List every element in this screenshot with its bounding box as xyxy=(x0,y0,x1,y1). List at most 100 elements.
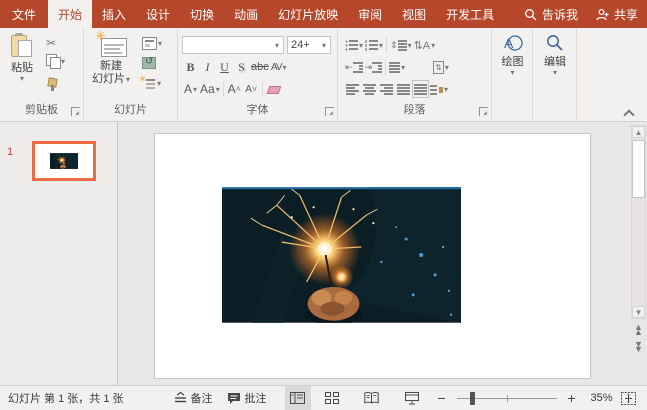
justify-button[interactable] xyxy=(395,80,412,98)
tab-slideshow[interactable]: 幻灯片放映 xyxy=(268,0,348,28)
clear-formatting-button[interactable] xyxy=(265,80,282,98)
slide-thumbnail-selected[interactable] xyxy=(32,141,96,181)
columns-icon xyxy=(389,62,400,73)
align-right-button[interactable] xyxy=(378,80,395,98)
vertical-scrollbar[interactable]: ▲ ▼ ▲▲ ▼▼ xyxy=(630,122,647,385)
layout-button[interactable]: ▾ xyxy=(140,34,164,52)
format-painter-button[interactable] xyxy=(44,76,67,94)
grow-font-button[interactable]: A˄ xyxy=(226,80,243,98)
font-size-input[interactable] xyxy=(288,38,318,52)
previous-slide-button[interactable]: ▲▲ xyxy=(632,323,645,337)
font-name-combo[interactable]: ▾ xyxy=(182,36,284,54)
divider xyxy=(386,37,387,53)
zoom-level[interactable]: 35% xyxy=(579,392,613,404)
scrollbar-thumb[interactable] xyxy=(632,140,645,198)
tab-transitions[interactable]: 切换 xyxy=(180,0,224,28)
convert-smartart-button[interactable]: ▾ xyxy=(429,80,449,98)
scroll-up-button[interactable]: ▲ xyxy=(632,126,645,138)
align-text-button[interactable]: ⇅▾ xyxy=(432,58,450,76)
distribute-button[interactable] xyxy=(412,80,429,98)
align-left-button[interactable] xyxy=(344,80,361,98)
clipboard-dialog-launcher[interactable] xyxy=(71,107,80,116)
zoom-slider[interactable] xyxy=(457,386,557,410)
eraser-icon xyxy=(267,83,280,96)
font-name-input[interactable] xyxy=(183,38,271,52)
tab-developer[interactable]: 开发工具 xyxy=(436,0,504,28)
text-direction-icon: ⇅A xyxy=(414,39,431,52)
dropdown-arrow-icon: ▾ xyxy=(126,75,130,84)
columns-button[interactable]: ▾ xyxy=(388,58,406,76)
align-center-icon xyxy=(363,84,376,95)
zoom-out-button[interactable]: − xyxy=(435,390,449,406)
font-dialog-launcher[interactable] xyxy=(325,107,334,116)
slide-counter[interactable]: 幻灯片 第 1 张，共 1 张 xyxy=(8,390,124,406)
slide-editing-area[interactable] xyxy=(119,122,630,385)
bold-button[interactable]: B xyxy=(182,58,199,76)
zoom-slider-thumb[interactable] xyxy=(470,392,475,405)
slide-sorter-view-button[interactable] xyxy=(319,386,345,410)
normal-view-button[interactable] xyxy=(285,386,311,410)
group-drawing: A 绘图 ▾ xyxy=(492,28,533,120)
copy-button[interactable]: ▾ xyxy=(44,52,67,70)
line-spacing-icon: ⇕ xyxy=(390,40,407,51)
slide-canvas[interactable] xyxy=(154,133,591,379)
change-case-button[interactable]: Aa▾ xyxy=(199,80,221,98)
increase-indent-button[interactable]: ⇥ xyxy=(364,58,384,76)
section-button[interactable]: ▾ xyxy=(140,74,164,92)
scroll-down-button[interactable]: ▼ xyxy=(632,306,645,318)
status-bar: 幻灯片 第 1 张，共 1 张 备注 批注 xyxy=(0,385,647,410)
bullets-button[interactable]: ▾ xyxy=(344,36,364,54)
tab-animations[interactable]: 动画 xyxy=(224,0,268,28)
slideshow-view-button[interactable] xyxy=(399,386,425,410)
editing-button[interactable]: 编辑 ▾ xyxy=(538,31,572,76)
font-size-combo[interactable]: ▾ xyxy=(287,36,331,54)
new-slide-button[interactable]: ✳ 新建 幻灯片▾ xyxy=(88,31,134,86)
group-slides: ✳ 新建 幻灯片▾ ▾ ▾ 幻灯片 xyxy=(84,28,178,120)
grow-font-label: A xyxy=(228,82,236,96)
reading-view-button[interactable] xyxy=(359,386,385,410)
align-center-button[interactable] xyxy=(361,80,378,98)
cut-button[interactable]: ✂ xyxy=(44,34,67,52)
align-text-icon: ⇅ xyxy=(433,61,444,74)
tab-design[interactable]: 设计 xyxy=(136,0,180,28)
font-color-button[interactable]: A▾ xyxy=(182,80,199,98)
slide-thumbnail-panel: 1 xyxy=(0,122,118,385)
group-paragraph: ▾ ▾ ⇕▾ ⇅A▾ ⇤ ⇥ ▾ ⇅▾ ▾ 段落 xyxy=(338,28,492,120)
decrease-indent-icon: ⇤ xyxy=(345,62,353,73)
shrink-font-button[interactable]: A˅ xyxy=(243,80,260,98)
text-direction-button[interactable]: ⇅A▾ xyxy=(413,36,437,54)
reset-button[interactable] xyxy=(140,54,164,72)
share-label: 共享 xyxy=(614,6,638,23)
paste-button[interactable]: 粘贴 ▾ xyxy=(4,31,40,82)
tab-home[interactable]: 开始 xyxy=(48,0,92,28)
underline-button[interactable]: U xyxy=(216,58,233,76)
tab-view[interactable]: 视图 xyxy=(392,0,436,28)
share-button[interactable]: 共享 xyxy=(587,0,647,28)
notes-button[interactable]: 备注 xyxy=(174,390,213,406)
dropdown-arrow-icon: ▾ xyxy=(157,79,161,88)
dropdown-arrow-icon: ▾ xyxy=(445,63,449,72)
character-spacing-button[interactable]: AV▾ xyxy=(270,58,287,76)
reading-view-icon xyxy=(364,392,379,404)
zoom-in-button[interactable]: + xyxy=(565,390,579,406)
line-spacing-button[interactable]: ⇕▾ xyxy=(389,36,413,54)
numbering-button[interactable]: ▾ xyxy=(364,36,384,54)
paragraph-dialog-launcher[interactable] xyxy=(479,107,488,116)
fit-slide-to-window-button[interactable] xyxy=(621,392,636,405)
italic-button[interactable]: I xyxy=(199,58,216,76)
text-shadow-button[interactable]: S xyxy=(233,58,250,76)
next-slide-button[interactable]: ▼▼ xyxy=(632,340,645,354)
slide-number: 1 xyxy=(7,146,13,158)
tell-me-button[interactable]: 告诉我 xyxy=(515,0,587,28)
tab-file[interactable]: 文件 xyxy=(0,0,48,28)
sparkler-image[interactable] xyxy=(222,187,461,323)
tab-insert[interactable]: 插入 xyxy=(92,0,136,28)
collapse-ribbon-button[interactable] xyxy=(624,110,633,116)
decrease-indent-button[interactable]: ⇤ xyxy=(344,58,364,76)
comments-button[interactable]: 批注 xyxy=(227,390,267,406)
group-font: ▾ ▾ B I U S abc AV▾ A▾ Aa▾ A˄ A˅ xyxy=(178,28,338,120)
drawing-button[interactable]: A 绘图 ▾ xyxy=(496,31,529,76)
tab-review[interactable]: 审阅 xyxy=(348,0,392,28)
distribute-icon xyxy=(414,84,427,95)
strikethrough-button[interactable]: abc xyxy=(250,58,270,76)
